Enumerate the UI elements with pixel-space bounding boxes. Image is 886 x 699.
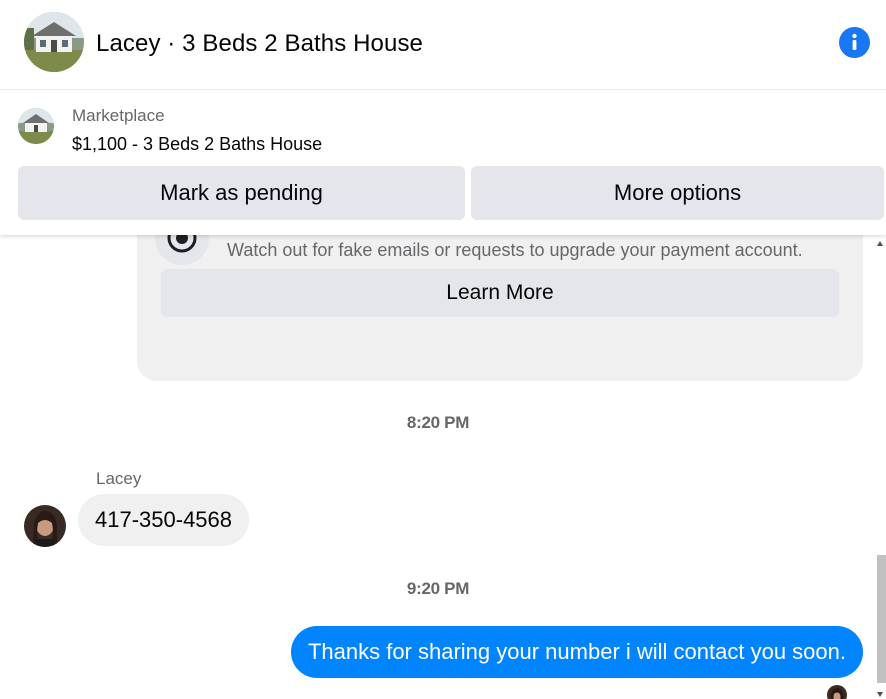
house-photo-icon[interactable] [18,108,54,144]
avatar[interactable] [24,505,66,547]
outgoing-message[interactable]: Thanks for sharing your number i will co… [290,626,863,678]
read-receipt-avatar [827,685,847,699]
safety-notice-card: Watch out for fake emails or requests to… [137,235,863,381]
conversation-title: Lacey · 3 Beds 2 Baths House [96,30,423,57]
learn-more-button[interactable]: Learn More [161,269,839,317]
shield-icon [155,235,209,265]
info-icon[interactable] [839,27,870,58]
scrollbar[interactable] [875,235,886,699]
marketplace-listing-bar: Marketplace $1,100 - 3 Beds 2 Baths Hous… [0,91,886,235]
scrollbar-thumb[interactable] [877,555,886,683]
message-thread[interactable]: Watch out for fake emails or requests to… [0,235,886,699]
safety-notice-text: Watch out for fake emails or requests to… [227,240,803,260]
scroll-up-arrow-icon[interactable] [877,241,883,246]
message-timestamp: 8:20 PM [406,413,470,432]
conversation-header: Lacey · 3 Beds 2 Baths House [0,0,886,90]
message-timestamp: 9:20 PM [406,579,470,598]
scroll-down-arrow-icon[interactable] [877,692,883,697]
listing-source-label: Marketplace [72,106,165,125]
listing-title[interactable]: $1,100 - 3 Beds 2 Baths House [72,134,322,155]
more-options-button[interactable]: More options [471,166,884,220]
incoming-message[interactable]: 417-350-4568 [78,494,250,546]
mark-as-pending-button[interactable]: Mark as pending [18,166,465,220]
house-photo-icon[interactable] [24,12,84,72]
sender-name: Lacey [96,469,142,488]
